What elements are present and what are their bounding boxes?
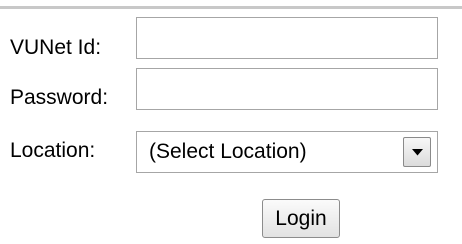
top-divider bbox=[0, 6, 462, 9]
location-label: Location: bbox=[10, 139, 96, 162]
password-input[interactable] bbox=[136, 68, 438, 110]
password-label: Password: bbox=[10, 86, 109, 109]
location-selected-value: (Select Location) bbox=[149, 140, 307, 163]
chevron-down-icon bbox=[412, 149, 423, 156]
vunet-id-label: VUNet Id: bbox=[10, 36, 102, 59]
location-select[interactable]: (Select Location) bbox=[136, 131, 438, 173]
vunet-id-input[interactable] bbox=[136, 17, 438, 59]
login-button[interactable]: Login bbox=[262, 199, 340, 238]
location-dropdown-button[interactable] bbox=[403, 137, 431, 167]
